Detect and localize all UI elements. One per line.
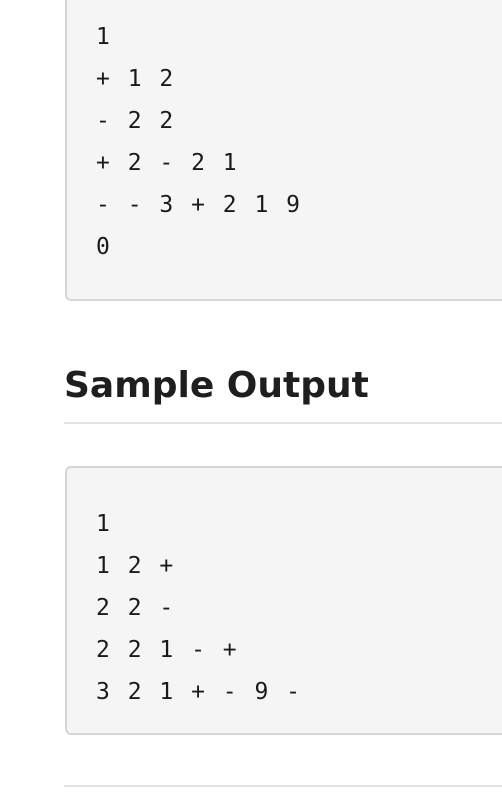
code-line: 0	[96, 234, 112, 260]
code-line: - 2 2	[96, 108, 176, 134]
sample-input-code-block: 1 + 1 2 - 2 2 + 2 - 2 1 - - 3 + 2 1 9 0	[65, 0, 502, 301]
sample-output-lines: 1 1 2 + 2 2 - 2 2 1 - + 3 2 1 + - 9 -	[96, 503, 302, 713]
code-line: 2 2 1 - +	[96, 637, 239, 663]
code-line: 3 2 1 + - 9 -	[96, 679, 303, 705]
code-line: + 2 - 2 1	[96, 150, 239, 176]
sample-input-lines: 1 + 1 2 - 2 2 + 2 - 2 1 - - 3 + 2 1 9 0	[96, 16, 302, 268]
heading-divider	[64, 422, 502, 424]
sample-output-heading: Sample Output	[64, 365, 369, 406]
sample-output-code-block: 1 1 2 + 2 2 - 2 2 1 - + 3 2 1 + - 9 -	[65, 466, 502, 735]
code-line: 1	[96, 24, 112, 50]
code-line: 1 2 +	[96, 553, 176, 579]
code-line: 2 2 -	[96, 595, 176, 621]
code-line: 1	[96, 511, 112, 537]
code-line: + 1 2	[96, 66, 176, 92]
code-line: - - 3 + 2 1 9	[96, 192, 303, 218]
footer-divider	[64, 785, 502, 787]
